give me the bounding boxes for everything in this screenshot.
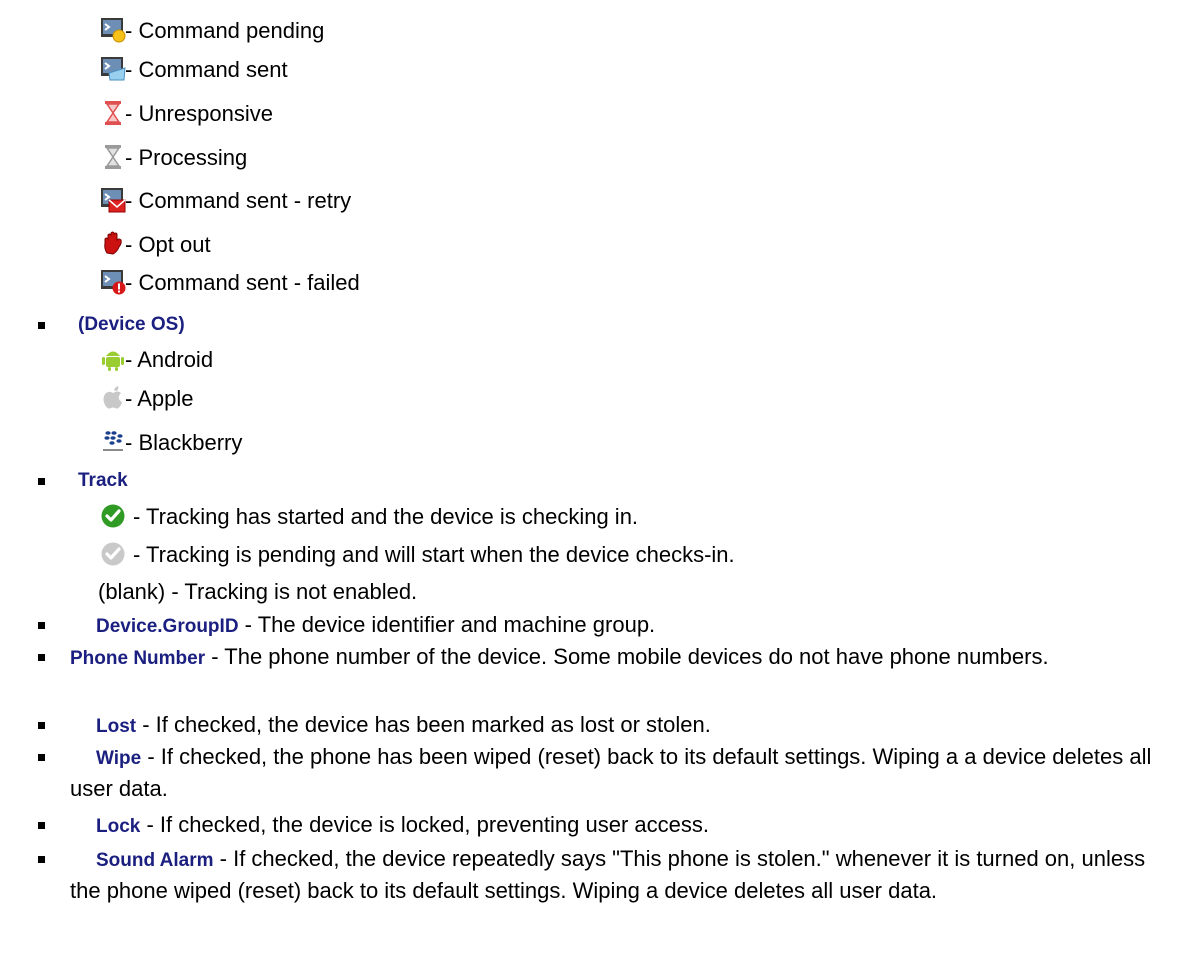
legend-label: - Unresponsive bbox=[125, 101, 273, 126]
field-lost: Lost - If checked, the device has been m… bbox=[96, 710, 1176, 742]
legend-item-processing: - Processing bbox=[105, 143, 248, 173]
track-item-started: - Tracking has started and the device is… bbox=[101, 502, 639, 532]
field-wipe: Wipe - If checked, the phone has been wi… bbox=[70, 742, 1180, 804]
bullet bbox=[38, 622, 45, 629]
android-icon bbox=[102, 351, 124, 371]
legend-label: - Command pending bbox=[125, 18, 325, 43]
bullet bbox=[38, 654, 45, 661]
os-label: - Apple bbox=[125, 386, 194, 411]
os-label: - Blackberry bbox=[125, 430, 243, 455]
field-term: Phone Number bbox=[70, 648, 206, 669]
command-failed-icon bbox=[101, 270, 126, 295]
legend-item-command-sent: - Command sent bbox=[101, 55, 288, 85]
legend-label: - Processing bbox=[125, 145, 248, 170]
bullet bbox=[38, 478, 45, 485]
bullet bbox=[38, 822, 45, 829]
field-desc: - If checked, the device repeatedly says… bbox=[70, 846, 1146, 903]
legend-item-command-pending: - Command pending bbox=[101, 16, 325, 46]
hourglass-red-icon bbox=[105, 101, 121, 125]
command-retry-icon bbox=[101, 188, 126, 213]
legend-item-command-retry: - Command sent - retry bbox=[101, 186, 352, 216]
field-desc: - The device identifier and machine grou… bbox=[238, 612, 656, 637]
field-desc: - If checked, the device is locked, prev… bbox=[140, 812, 709, 837]
field-desc: - The phone number of the device. Some m… bbox=[205, 644, 1049, 669]
track-blank-note: (blank) - Tracking is not enabled. bbox=[98, 579, 418, 604]
os-item-android: - Android bbox=[102, 345, 214, 375]
field-phone-number: Phone Number - The phone number of the d… bbox=[70, 642, 1180, 674]
os-item-apple: - Apple bbox=[103, 384, 194, 414]
apple-icon bbox=[103, 386, 122, 409]
bullet bbox=[38, 856, 45, 863]
field-sound-alarm: Sound Alarm - If checked, the device rep… bbox=[70, 844, 1180, 906]
field-term: Lost bbox=[96, 716, 137, 737]
track-label: - Tracking is pending and will start whe… bbox=[133, 542, 735, 567]
legend-label: - Command sent - failed bbox=[125, 270, 360, 295]
track-item-pending: - Tracking is pending and will start whe… bbox=[101, 540, 735, 570]
track-label: - Tracking has started and the device is… bbox=[133, 504, 639, 529]
field-desc: - If checked, the phone has been wiped (… bbox=[70, 744, 1152, 801]
blackberry-icon bbox=[103, 431, 123, 451]
field-device-groupid: Device.GroupID - The device identifier a… bbox=[96, 610, 1176, 642]
bullet bbox=[38, 754, 45, 761]
bullet bbox=[38, 722, 45, 729]
command-sent-icon bbox=[101, 57, 126, 81]
legend-item-command-failed: - Command sent - failed bbox=[101, 268, 360, 298]
stop-hand-icon bbox=[104, 231, 122, 255]
command-pending-icon bbox=[101, 18, 126, 43]
check-green-icon bbox=[101, 504, 125, 528]
device-os-term: (Device OS) bbox=[78, 314, 185, 335]
field-term: Sound Alarm bbox=[96, 850, 214, 871]
track-term: Track bbox=[78, 470, 128, 491]
legend-item-unresponsive: - Unresponsive bbox=[105, 99, 273, 129]
os-item-blackberry: - Blackberry bbox=[103, 428, 243, 458]
legend-label: - Opt out bbox=[125, 232, 211, 257]
field-desc: - If checked, the device has been marked… bbox=[136, 712, 711, 737]
field-term: Device.GroupID bbox=[96, 616, 239, 637]
bullet bbox=[38, 322, 45, 329]
legend-label: - Command sent bbox=[125, 57, 288, 82]
hourglass-gray-icon bbox=[105, 145, 121, 169]
os-label: - Android bbox=[125, 347, 214, 372]
legend-item-opt-out: - Opt out bbox=[104, 230, 211, 260]
check-gray-icon bbox=[101, 542, 125, 566]
legend-label: - Command sent - retry bbox=[125, 188, 352, 213]
field-term: Wipe bbox=[96, 748, 142, 769]
field-lock: Lock - If checked, the device is locked,… bbox=[96, 810, 1176, 842]
field-term: Lock bbox=[96, 816, 141, 837]
